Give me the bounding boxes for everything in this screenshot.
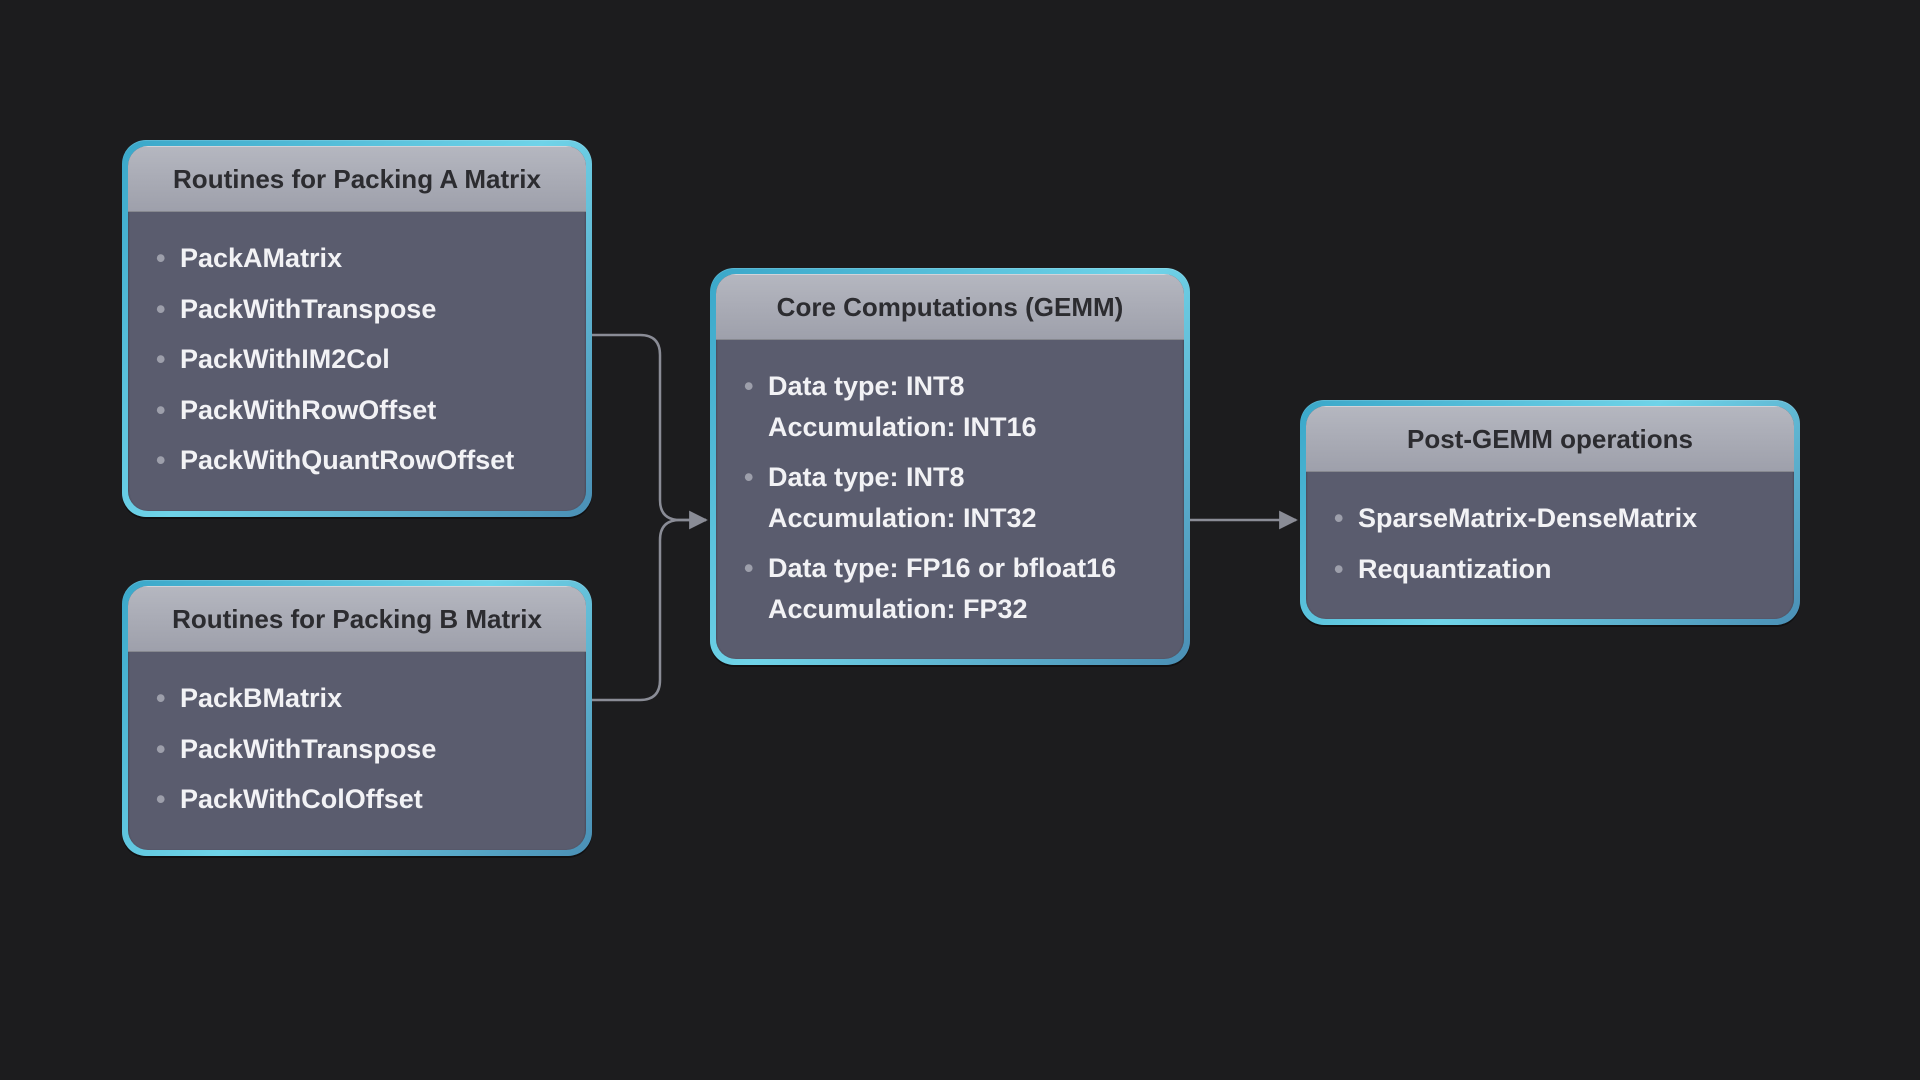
list-item: Data type: INT8 Accumulation: INT16 (744, 366, 1156, 447)
box-post-gemm-title: Post-GEMM operations (1306, 406, 1794, 472)
list-item: PackWithRowOffset (156, 390, 558, 431)
box-packing-b-title: Routines for Packing B Matrix (128, 586, 586, 652)
box-post-gemm-list: SparseMatrix-DenseMatrix Requantization (1334, 498, 1766, 589)
box-packing-a-list: PackAMatrix PackWithTranspose PackWithIM… (156, 238, 558, 481)
connector-a-to-c (592, 335, 706, 520)
list-item: PackWithColOffset (156, 779, 558, 820)
box-core-gemm-title: Core Computations (GEMM) (716, 274, 1184, 340)
gemm-line: Accumulation: INT32 (768, 498, 1156, 539)
box-core-gemm-list: Data type: INT8 Accumulation: INT16 Data… (744, 366, 1156, 629)
box-packing-a-title: Routines for Packing A Matrix (128, 146, 586, 212)
list-item: PackWithTranspose (156, 289, 558, 330)
box-packing-b: Routines for Packing B Matrix PackBMatri… (122, 580, 592, 856)
list-item: PackWithIM2Col (156, 339, 558, 380)
gemm-line: Accumulation: FP32 (768, 589, 1156, 630)
list-item: Data type: INT8 Accumulation: INT32 (744, 457, 1156, 538)
list-item: PackWithQuantRowOffset (156, 440, 558, 481)
box-core-gemm: Core Computations (GEMM) Data type: INT8… (710, 268, 1190, 665)
gemm-line: Data type: INT8 (768, 366, 1156, 407)
box-packing-a: Routines for Packing A Matrix PackAMatri… (122, 140, 592, 517)
list-item: Requantization (1334, 549, 1766, 590)
gemm-line: Data type: FP16 or bfloat16 (768, 548, 1156, 589)
box-post-gemm: Post-GEMM operations SparseMatrix-DenseM… (1300, 400, 1800, 625)
connector-b-to-c (592, 520, 706, 700)
box-packing-b-list: PackBMatrix PackWithTranspose PackWithCo… (156, 678, 558, 820)
list-item: SparseMatrix-DenseMatrix (1334, 498, 1766, 539)
list-item: Data type: FP16 or bfloat16 Accumulation… (744, 548, 1156, 629)
gemm-line: Data type: INT8 (768, 457, 1156, 498)
list-item: PackAMatrix (156, 238, 558, 279)
list-item: PackBMatrix (156, 678, 558, 719)
diagram-canvas: Routines for Packing A Matrix PackAMatri… (0, 0, 1920, 1080)
gemm-line: Accumulation: INT16 (768, 407, 1156, 448)
list-item: PackWithTranspose (156, 729, 558, 770)
